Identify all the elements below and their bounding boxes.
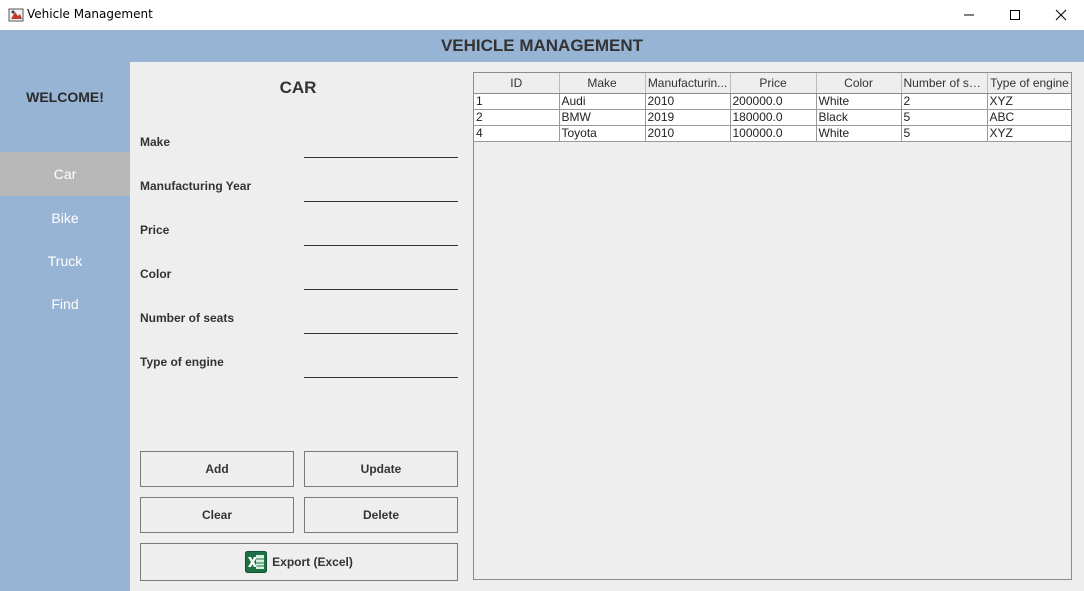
minimize-button[interactable] [946,0,992,30]
make-label: Make [140,135,171,149]
price-field[interactable] [304,224,458,246]
export-label: Export (Excel) [272,555,353,569]
column-header-price[interactable]: Price [730,73,817,94]
welcome-label: WELCOME! [26,89,104,105]
table-cell: 5 [901,109,988,126]
number-of-seats-field[interactable] [304,312,458,334]
vehicle-table[interactable]: ID Make Manufacturin... Price Color Numb… [473,72,1072,580]
maximize-button[interactable] [992,0,1038,30]
table-cell: 1 [474,93,560,110]
table-cell: Black [816,109,902,126]
manufacturing-year-label: Manufacturing Year [140,179,252,193]
sidebar-item-find[interactable]: Find [0,282,130,326]
table-cell: White [816,93,902,110]
color-label: Color [140,267,172,281]
table-row[interactable]: 2 BMW 2019 180000.0 Black 5 ABC [474,109,1071,126]
table-cell: 2 [474,109,560,126]
table-cell: BMW [559,109,646,126]
form-title: CAR [279,78,317,97]
close-icon [1055,9,1067,21]
table-row[interactable]: 1 Audi 2010 200000.0 White 2 XYZ [474,93,1071,110]
table-row[interactable]: 4 Toyota 2010 100000.0 White 5 XYZ [474,125,1071,142]
table-cell: 200000.0 [730,93,817,110]
app-window: Vehicle Management VEHICLE MANAGEMENT WE… [0,0,1084,591]
table-cell: 2 [901,93,988,110]
make-field[interactable] [304,136,458,158]
window-title: Vehicle Management [27,7,153,21]
table-header-row: ID Make Manufacturin... Price Color Numb… [474,73,1071,94]
minimize-icon [964,14,974,16]
excel-icon [245,551,268,573]
table-cell: 2010 [645,125,731,142]
color-field[interactable] [304,268,458,290]
delete-button[interactable]: Delete [304,497,458,533]
table-cell: 180000.0 [730,109,817,126]
table-cell: 100000.0 [730,125,817,142]
table-cell: 2010 [645,93,731,110]
update-button[interactable]: Update [304,451,458,487]
title-bar: Vehicle Management [0,0,1084,30]
column-header-color[interactable]: Color [816,73,902,94]
manufacturing-year-field[interactable] [304,180,458,202]
table-cell: 4 [474,125,560,142]
close-button[interactable] [1038,0,1084,30]
table-cell: White [816,125,902,142]
clear-button[interactable]: Clear [140,497,294,533]
column-header-type-of-engine[interactable]: Type of engine [987,73,1071,94]
page-title: VEHICLE MANAGEMENT [440,36,644,55]
table-cell: XYZ [987,125,1071,142]
table-cell: ABC [987,109,1071,126]
sidebar: WELCOME! Car Bike Truck Find [0,62,130,591]
column-header-manufacturing-year[interactable]: Manufacturin... [645,73,731,94]
table-cell: XYZ [987,93,1071,110]
type-of-engine-label: Type of engine [140,355,224,369]
price-label: Price [140,223,170,237]
type-of-engine-field[interactable] [304,356,458,378]
sidebar-item-car[interactable]: Car [0,152,130,196]
java-app-icon [8,7,24,23]
table-cell: 2019 [645,109,731,126]
maximize-icon [1010,10,1020,20]
number-of-seats-label: Number of seats [140,311,235,325]
sidebar-item-bike[interactable]: Bike [0,196,130,240]
add-button[interactable]: Add [140,451,294,487]
header-bar: VEHICLE MANAGEMENT [0,30,1084,62]
table-cell: 5 [901,125,988,142]
table-cell: Audi [559,93,646,110]
column-header-number-of-seats[interactable]: Number of se... [901,73,988,94]
sidebar-item-truck[interactable]: Truck [0,239,130,283]
table-cell: Toyota [559,125,646,142]
column-header-make[interactable]: Make [559,73,646,94]
column-header-id[interactable]: ID [474,73,560,94]
export-excel-button[interactable]: Export (Excel) [140,543,458,581]
